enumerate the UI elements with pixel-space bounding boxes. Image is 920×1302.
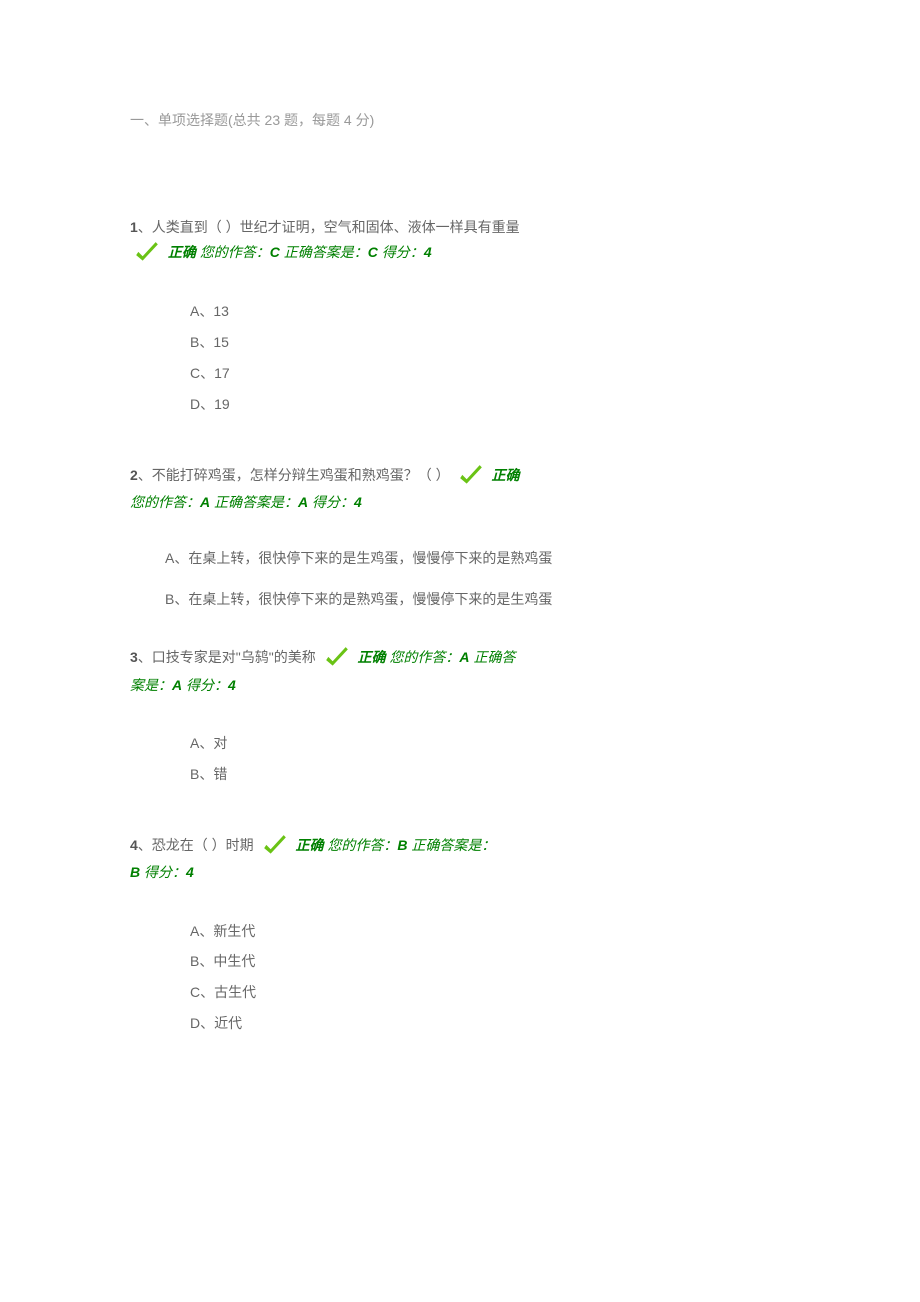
- question-body: 口技专家是对"乌鸫"的美称: [152, 649, 316, 665]
- result-line: 正确 您的作答：C 正确答案是：C 得分：4: [130, 240, 790, 266]
- question-block: 3、口技专家是对"乌鸫"的美称 正确 您的作答：A 正确答 案是：A 得分：4 …: [130, 642, 790, 790]
- question-text: 1、人类直到（ ）世纪才证明，空气和固体、液体一样具有重量: [130, 215, 790, 240]
- correct-answer-prefix-text: 正确答: [473, 649, 515, 665]
- question-sep: 、: [138, 649, 152, 665]
- question-sep: 、: [138, 219, 152, 235]
- option-item: C、古生代: [190, 977, 790, 1008]
- question-block: 4、恐龙在（ ）时期 正确 您的作答：B 正确答案是： B 得分：4 A、新生代…: [130, 830, 790, 1039]
- question-text-line: 4、恐龙在（ ）时期 正确 您的作答：B 正确答案是：: [130, 830, 790, 861]
- option-item: A、13: [190, 296, 790, 327]
- your-answer: 您的作答：C: [200, 244, 280, 260]
- question-text-line: 3、口技专家是对"乌鸫"的美称 正确 您的作答：A 正确答: [130, 642, 790, 673]
- your-answer: 您的作答：B: [327, 837, 407, 853]
- question-number: 3: [130, 649, 138, 665]
- option-item: B、中生代: [190, 946, 790, 977]
- check-icon: [262, 833, 288, 859]
- option-item: D、近代: [190, 1008, 790, 1039]
- question-number: 4: [130, 837, 138, 853]
- options-list: A、新生代 B、中生代 C、古生代 D、近代: [190, 916, 790, 1039]
- your-answer: 您的作答：A: [389, 649, 469, 665]
- score: 得分：4: [186, 677, 236, 693]
- score: 得分：4: [312, 494, 362, 510]
- option-item: A、对: [190, 728, 790, 759]
- result-line: B 得分：4: [130, 860, 790, 885]
- check-icon: [324, 645, 350, 671]
- correct-answer: 正确答案是：C: [284, 244, 378, 260]
- options-list: A、13 B、15 C、17 D、19: [190, 296, 790, 419]
- result-line: 案是：A 得分：4: [130, 673, 790, 698]
- option-item: D、19: [190, 389, 790, 420]
- question-block: 1、人类直到（ ）世纪才证明，空气和固体、液体一样具有重量 正确 您的作答：C …: [130, 215, 790, 420]
- result-line: 您的作答：A 正确答案是：A 得分：4: [130, 490, 790, 515]
- question-body: 不能打碎鸡蛋，怎样分辩生鸡蛋和熟鸡蛋？（ ）: [152, 467, 450, 483]
- correct-label: 正确: [491, 467, 519, 483]
- correct-label: 正确: [358, 649, 386, 665]
- option-item: C、17: [190, 358, 790, 389]
- score: 得分：4: [382, 244, 432, 260]
- question-number: 1: [130, 219, 138, 235]
- section-title: 一、单项选择题(总共 23 题，每题 4 分): [130, 110, 790, 130]
- question-text-line: 2、不能打碎鸡蛋，怎样分辩生鸡蛋和熟鸡蛋？（ ） 正确: [130, 460, 790, 491]
- question-body: 人类直到（ ）世纪才证明，空气和固体、液体一样具有重量: [152, 219, 520, 235]
- correct-label: 正确: [295, 837, 323, 853]
- score: 得分：4: [144, 864, 194, 880]
- question-body: 恐龙在（ ）时期: [152, 837, 254, 853]
- option-item: B、错: [190, 759, 790, 790]
- option-item: A、新生代: [190, 916, 790, 947]
- your-answer: 您的作答：A: [130, 494, 210, 510]
- question-number: 2: [130, 467, 138, 483]
- option-item: A、在桌上转，很快停下来的是生鸡蛋，慢慢停下来的是熟鸡蛋: [130, 546, 790, 571]
- options-list: A、对 B、错: [190, 728, 790, 790]
- check-icon: [134, 240, 160, 266]
- correct-letter: B: [130, 864, 140, 880]
- question-sep: 、: [138, 467, 152, 483]
- correct-answer: 正确答案是：: [411, 837, 495, 853]
- option-item: B、15: [190, 327, 790, 358]
- correct-answer: 正确答案是：A: [214, 494, 308, 510]
- correct-label: 正确: [168, 244, 196, 260]
- option-item: B、在桌上转，很快停下来的是熟鸡蛋，慢慢停下来的是生鸡蛋: [130, 587, 790, 612]
- question-sep: 、: [138, 837, 152, 853]
- question-block: 2、不能打碎鸡蛋，怎样分辩生鸡蛋和熟鸡蛋？（ ） 正确 您的作答：A 正确答案是…: [130, 460, 790, 612]
- correct-answer: 案是：A: [130, 677, 182, 693]
- options-list: A、在桌上转，很快停下来的是生鸡蛋，慢慢停下来的是熟鸡蛋 B、在桌上转，很快停下…: [130, 546, 790, 612]
- check-icon: [458, 463, 484, 489]
